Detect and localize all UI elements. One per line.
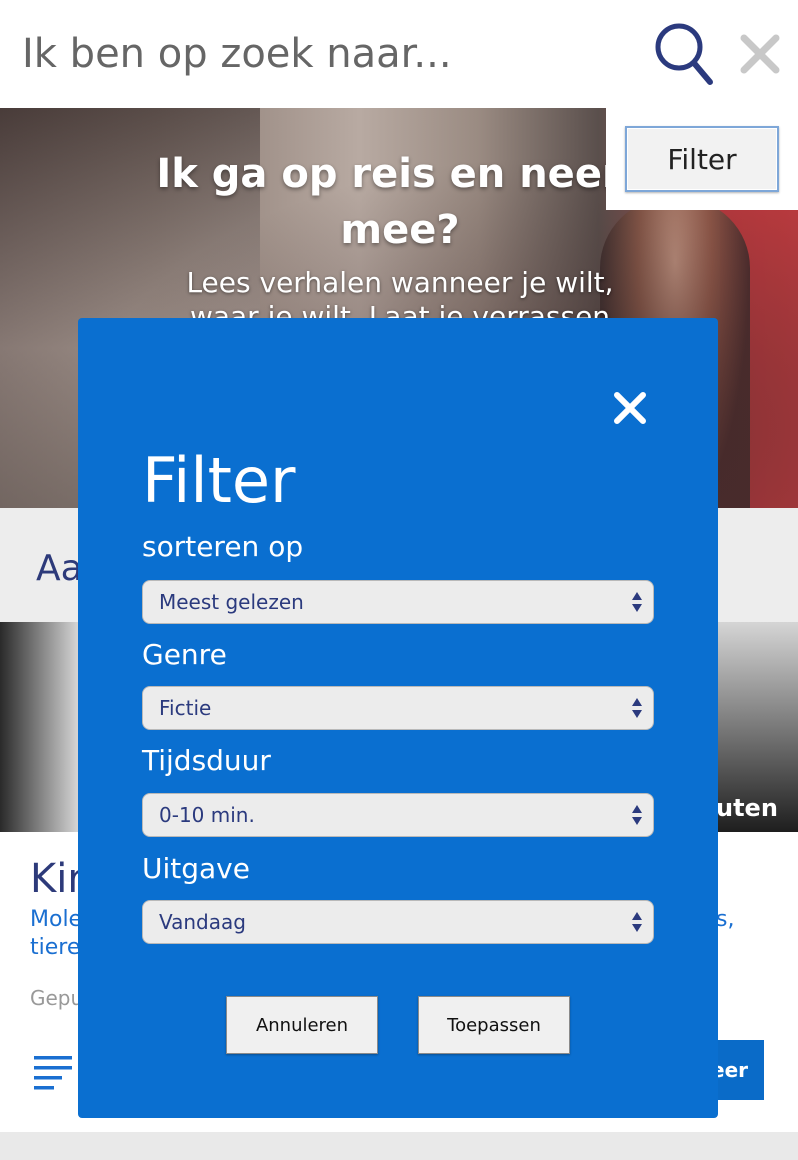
duration-select[interactable]: 0-10 min.	[142, 793, 654, 837]
search-bar	[0, 0, 798, 108]
apply-button[interactable]: Toepassen	[418, 996, 570, 1054]
duration-label: uten	[716, 794, 778, 822]
edition-label: Uitgave	[142, 852, 250, 885]
modal-title: Filter	[142, 444, 296, 517]
edition-select[interactable]: Vandaag	[142, 900, 654, 944]
section-heading: Aa	[36, 548, 83, 589]
filter-modal: Filter sorteren op Meest gelezen Genre F…	[78, 318, 718, 1118]
filter-button-area: Filter	[606, 108, 798, 210]
footer-band	[0, 1132, 798, 1160]
select-arrows-icon	[632, 698, 642, 718]
close-icon[interactable]	[738, 32, 782, 76]
sort-select[interactable]: Meest gelezen	[142, 580, 654, 624]
genre-select-value: Fictie	[159, 696, 212, 720]
select-arrows-icon	[632, 912, 642, 932]
hero-title: Ik ga op reis en neem mee?	[156, 151, 644, 253]
close-icon[interactable]	[612, 390, 648, 426]
edition-select-value: Vandaag	[159, 910, 246, 934]
duration-select-value: 0-10 min.	[159, 803, 255, 827]
article-desc-left: Mole tiere	[30, 907, 83, 960]
duration-filter-label: Tijdsduur	[142, 744, 271, 777]
genre-select[interactable]: Fictie	[142, 686, 654, 730]
cancel-button[interactable]: Annuleren	[226, 996, 378, 1054]
playlist-add-icon[interactable]	[32, 1052, 82, 1092]
select-arrows-icon	[632, 592, 642, 612]
article-title[interactable]: Kir	[30, 856, 84, 902]
select-arrows-icon	[632, 805, 642, 825]
article-desc-right: s,	[716, 907, 735, 932]
sort-select-value: Meest gelezen	[159, 590, 304, 614]
filter-button[interactable]: Filter	[625, 126, 779, 192]
search-input[interactable]	[22, 22, 632, 86]
sort-label: sorteren op	[142, 530, 304, 563]
genre-label: Genre	[142, 638, 227, 671]
article-meta: Gepu	[30, 986, 84, 1010]
search-icon[interactable]	[652, 20, 716, 88]
